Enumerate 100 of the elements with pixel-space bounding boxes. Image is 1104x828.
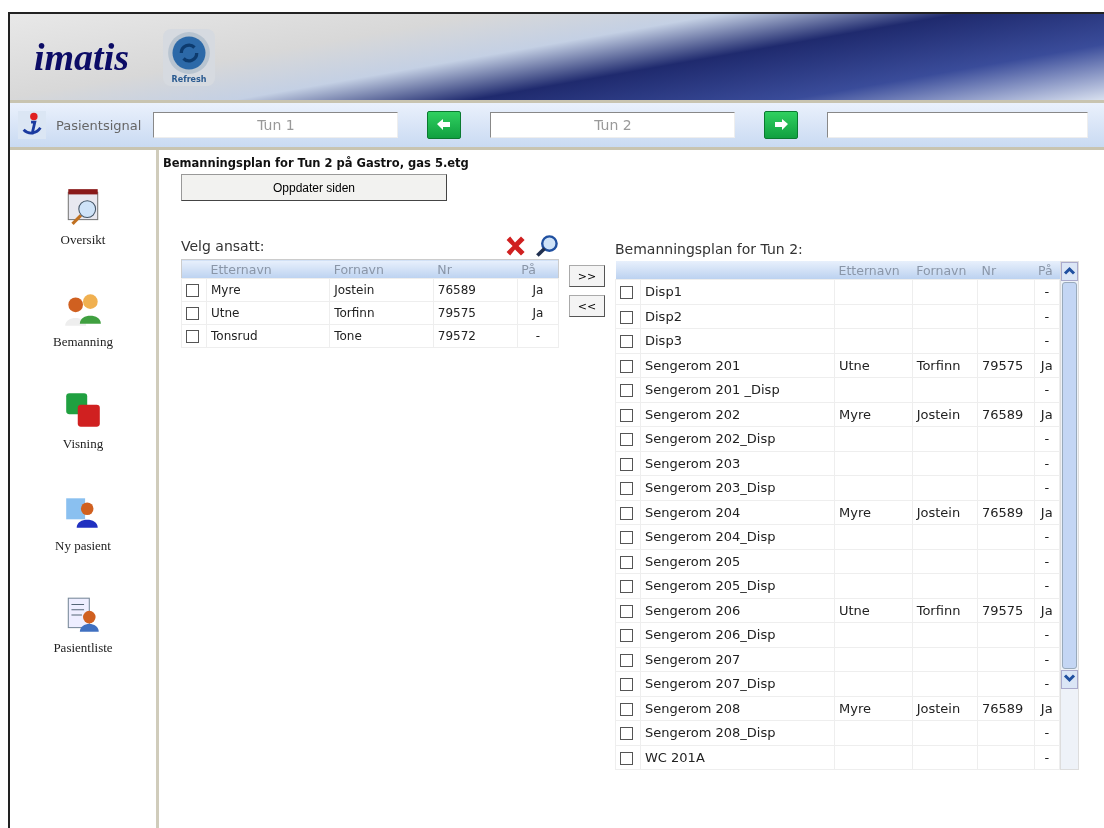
sidebar-item[interactable]: Ny pasient [55,492,111,554]
table-cell: Ja [517,301,559,325]
checkbox[interactable] [620,751,633,765]
checkbox[interactable] [620,653,633,667]
sidebar-item[interactable]: Pasientliste [53,594,113,656]
forward-button[interactable] [764,111,799,139]
table-cell: WC 201A [640,745,835,770]
move-button[interactable]: >> [569,265,605,287]
table-cell: 76589 [977,402,1035,427]
table-cell: Sengerom 206_Disp [640,622,835,647]
table-cell: Sengerom 202 [640,402,835,427]
checkbox[interactable] [620,506,633,520]
table-cell: - [1034,745,1060,770]
table-cell: Sengerom 204 [640,500,835,525]
sidebar-item[interactable]: Oversikt [60,186,106,248]
move-button[interactable]: << [569,295,605,317]
scroll-thumb[interactable] [1062,282,1077,669]
checkbox[interactable] [620,604,633,618]
checkbox[interactable] [620,310,633,324]
table-cell: 76589 [977,696,1035,721]
search-icon[interactable] [535,234,559,258]
checkbox[interactable] [620,727,633,741]
table-cell: 79575 [977,353,1035,378]
checkbox[interactable] [186,307,199,320]
table-cell: Sengerom 205 [640,549,835,574]
table-cell: Sengerom 201 _Disp [640,377,835,402]
table-cell: - [1034,279,1060,304]
table-cell: Sengerom 205_Disp [640,573,835,598]
checkbox[interactable] [620,457,633,471]
table-cell: Jostein [912,402,978,427]
checkbox[interactable] [620,555,633,569]
table-cell: Utne [834,598,913,623]
update-button[interactable]: Oppdater siden [181,174,447,201]
table-cell: Myre [834,696,913,721]
table-cell: 79575 [977,598,1035,623]
table-cell: Ja [1034,402,1060,427]
column-header: På [1034,261,1060,280]
table-cell: Tonsrud [206,324,330,348]
table-cell: Torfinn [329,301,434,325]
section-title: Bemanningsplan for Tun 2: [615,240,804,259]
column-header: Etternavn [206,259,330,279]
table-cell: - [1034,524,1060,549]
table-cell: Disp3 [640,328,835,353]
table-cell: - [1034,573,1060,598]
checkbox[interactable] [186,330,199,343]
table-cell: - [1034,549,1060,574]
table-cell: Sengerom 207 [640,647,835,672]
section-title: Velg ansatt: [181,238,266,254]
checkbox[interactable] [620,335,633,349]
table-cell: 76589 [433,278,518,302]
table-cell: Sengerom 208 [640,696,835,721]
column-header: Fornavn [912,261,978,280]
checkbox[interactable] [620,408,633,422]
table-cell: Torfinn [912,598,978,623]
table-cell: Ja [1034,598,1060,623]
table-cell: - [1034,622,1060,647]
table-cell: Ja [1034,696,1060,721]
scroll-down-icon[interactable] [1061,670,1078,689]
table-cell: - [1034,328,1060,353]
input-field[interactable] [827,112,1088,138]
table-cell: Sengerom 208_Disp [640,720,835,745]
table-cell: - [1034,451,1060,476]
table-cell: Sengerom 204_Disp [640,524,835,549]
sidebar-item[interactable]: Visning [62,390,104,452]
sidebar-item[interactable]: Bemanning [53,288,113,350]
logo-text: imatis [34,35,130,79]
checkbox[interactable] [620,678,633,692]
column-header: Nr [433,259,518,279]
scrollbar[interactable] [1060,261,1079,770]
table-cell: - [1034,720,1060,745]
checkbox[interactable] [620,359,633,373]
table-cell: Utne [834,353,913,378]
refresh-button[interactable]: Refresh [163,28,216,86]
checkbox[interactable] [620,580,633,594]
checkbox[interactable] [620,531,633,545]
table-cell: Disp2 [640,304,835,329]
toolbar-label: Pasientsignal [56,117,142,133]
table-cell: - [1034,671,1060,696]
table-cell: - [1034,647,1060,672]
table-cell: 79572 [433,324,518,348]
checkbox[interactable] [620,286,633,300]
table-cell: Myre [206,278,330,302]
table-cell: - [1034,475,1060,500]
table-cell: Disp1 [640,279,835,304]
column-header: På [517,259,559,279]
checkbox[interactable] [620,482,633,496]
table-cell: Sengerom 206 [640,598,835,623]
scroll-up-icon[interactable] [1061,262,1078,281]
table-cell: - [517,324,559,348]
checkbox[interactable] [620,433,633,447]
checkbox[interactable] [620,384,633,398]
checkbox[interactable] [620,702,633,716]
page-title: Bemanningsplan for Tun 2 på Gastro, gas 5.etg [163,156,469,170]
checkbox[interactable] [186,284,199,297]
table-cell: Sengerom 201 [640,353,835,378]
table-cell: Utne [206,301,330,325]
table-cell: Tone [329,324,434,348]
back-button[interactable] [427,111,462,139]
checkbox[interactable] [620,629,633,643]
column-header: Nr [977,261,1035,280]
